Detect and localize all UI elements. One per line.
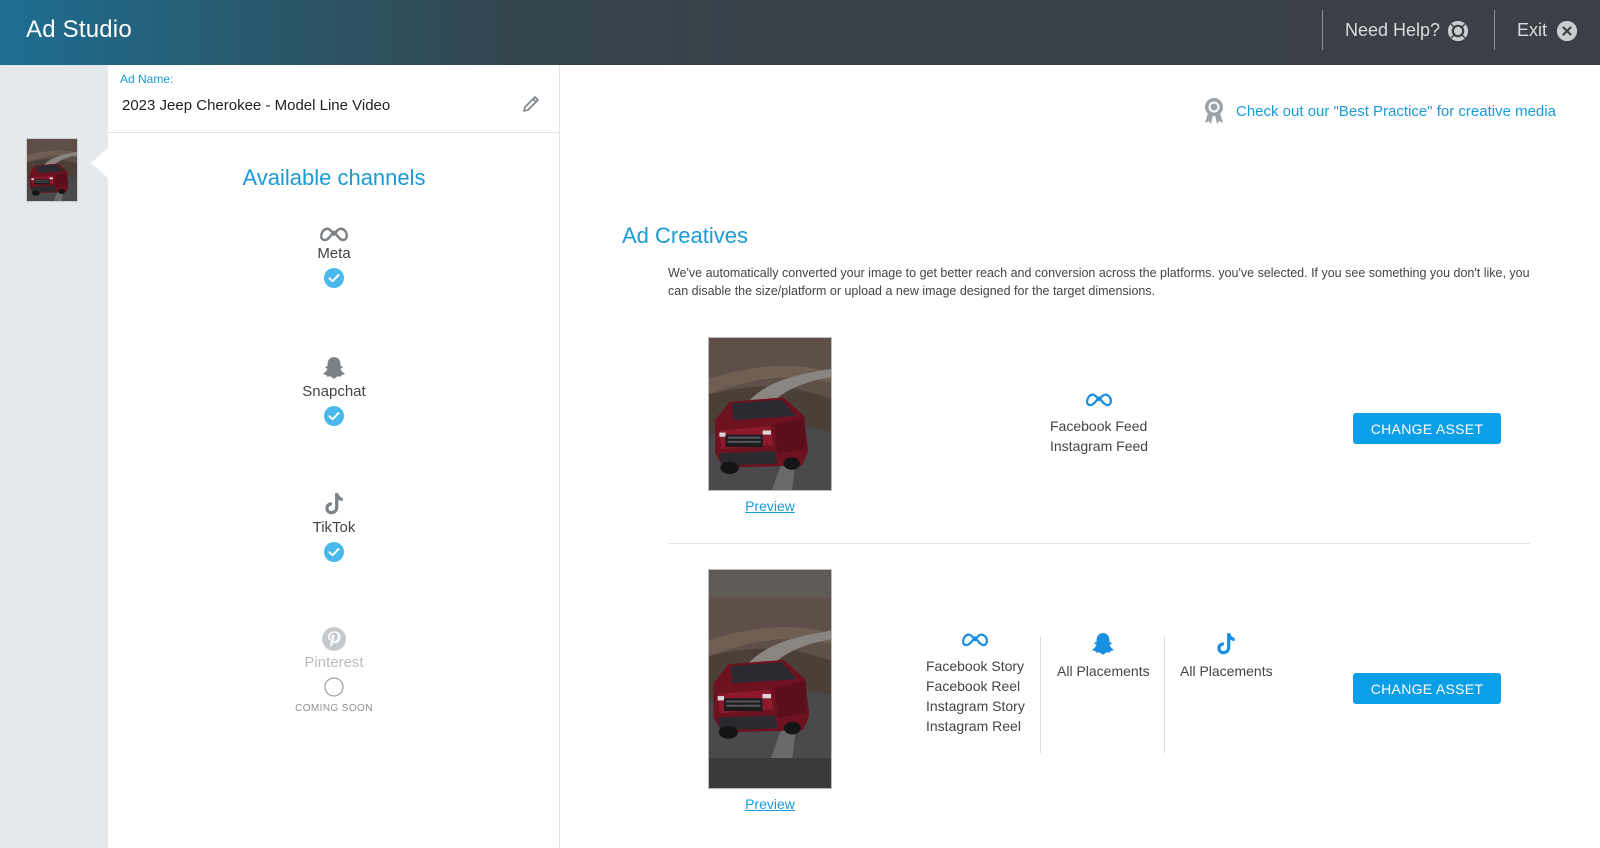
creative-image-feed[interactable] <box>708 337 832 491</box>
exit-button[interactable]: Exit <box>1517 20 1578 41</box>
empty-radio-icon <box>324 677 344 697</box>
channel-label: Snapchat <box>302 383 366 400</box>
preview-link[interactable]: Preview <box>708 796 832 812</box>
placement-group-meta: Facebook Story Facebook Reel Instagram S… <box>926 631 1025 736</box>
help-icon <box>1448 20 1469 41</box>
selection-pointer <box>91 147 109 179</box>
pinterest-icon <box>322 627 346 651</box>
tiktok-icon <box>1217 633 1235 655</box>
placement-group-tiktok: All Placements <box>1180 631 1273 681</box>
checkmark-icon[interactable] <box>324 406 344 426</box>
exit-label: Exit <box>1517 20 1548 40</box>
checkmark-icon[interactable] <box>324 542 344 562</box>
channel-label: TikTok <box>312 519 356 536</box>
channel-label: Pinterest <box>304 654 364 671</box>
header-divider <box>1494 10 1495 50</box>
placement-item: Facebook Story <box>926 658 1025 674</box>
checkmark-icon[interactable] <box>324 268 344 288</box>
ad-thumbnail[interactable] <box>26 138 78 202</box>
ad-creatives-title: Ad Creatives <box>622 223 748 248</box>
channel-snapchat[interactable]: Snapchat <box>108 355 560 426</box>
ad-name-box: Ad Name: 2023 Jeep Cherokee - Model Line… <box>108 65 560 133</box>
placement-group-meta: Facebook Feed Instagram Feed <box>1050 391 1148 456</box>
placement-divider <box>1164 637 1165 753</box>
preview-link[interactable]: Preview <box>708 498 832 514</box>
meta-icon <box>1085 393 1113 407</box>
row-divider <box>668 543 1530 544</box>
ad-creatives-description: We've automatically converted your image… <box>668 266 1530 298</box>
close-icon <box>1557 20 1578 41</box>
meta-icon <box>962 633 989 647</box>
top-bar: Ad Studio Need Help? Exit <box>0 0 1600 65</box>
channel-meta[interactable]: Meta <box>108 225 560 288</box>
placement-item: Instagram Feed <box>1050 438 1149 454</box>
channels-panel: Ad Name: 2023 Jeep Cherokee - Model Line… <box>108 65 560 848</box>
channel-label: Meta <box>317 245 351 262</box>
need-help-label: Need Help? <box>1345 20 1441 40</box>
meta-icon <box>319 227 349 242</box>
best-practice-label: Check out our "Best Practice" for creati… <box>1236 102 1556 120</box>
placement-group-snapchat: All Placements <box>1057 631 1150 681</box>
pencil-icon[interactable] <box>520 93 542 120</box>
placement-divider <box>1040 637 1041 753</box>
creative-image-story[interactable] <box>708 569 832 789</box>
app-title: Ad Studio <box>26 16 132 43</box>
placement-item: Instagram Story <box>926 698 1025 714</box>
coming-soon-label: COMING SOON <box>295 703 373 714</box>
award-ribbon-icon <box>1205 98 1223 124</box>
placement-item: Facebook Reel <box>926 678 1021 694</box>
ad-name-label: Ad Name: <box>120 72 174 86</box>
channels-title: Available channels <box>242 165 426 190</box>
best-practice-link[interactable]: Check out our "Best Practice" for creati… <box>1202 97 1556 125</box>
channel-pinterest: Pinterest COMING SOON <box>108 626 560 714</box>
change-asset-button[interactable]: CHANGE ASSET <box>1353 413 1501 444</box>
snapchat-icon <box>323 357 345 379</box>
need-help-button[interactable]: Need Help? <box>1345 20 1469 41</box>
main-content: Check out our "Best Practice" for creati… <box>560 65 1600 848</box>
placement-item: All Placements <box>1180 663 1273 679</box>
placement-item: Facebook Feed <box>1050 418 1148 434</box>
header-divider <box>1322 10 1323 50</box>
channel-tiktok[interactable]: TikTok <box>108 491 560 562</box>
change-asset-button[interactable]: CHANGE ASSET <box>1353 673 1501 704</box>
placement-item: Instagram Reel <box>926 718 1021 734</box>
tiktok-icon <box>325 493 343 515</box>
snapchat-icon <box>1092 633 1115 655</box>
ad-name-value[interactable]: 2023 Jeep Cherokee - Model Line Video <box>122 97 390 114</box>
placement-item: All Placements <box>1057 663 1150 679</box>
